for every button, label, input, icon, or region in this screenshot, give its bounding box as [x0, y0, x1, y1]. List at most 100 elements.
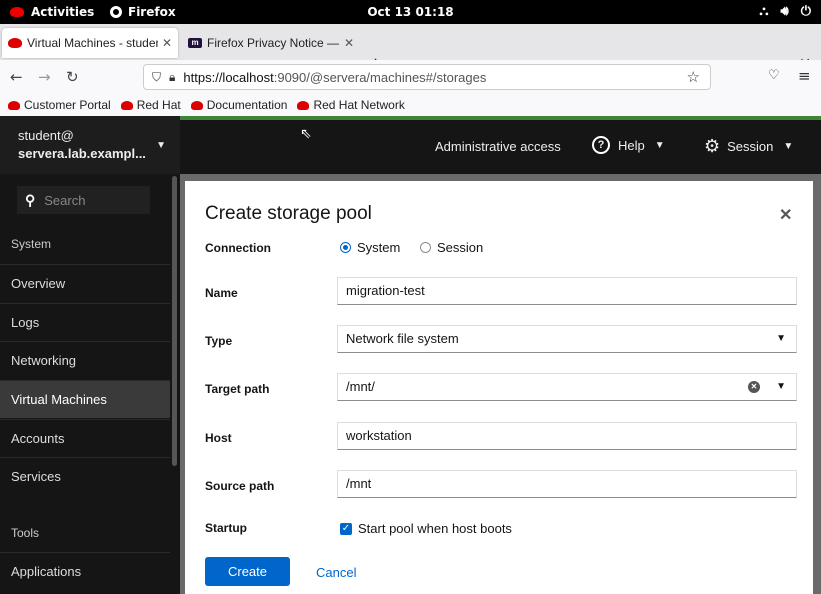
- mozilla-icon: m: [188, 38, 202, 48]
- bookmark-star-icon[interactable]: ☆: [687, 68, 700, 86]
- tab-privacy-notice[interactable]: m Firefox Privacy Notice — F ✕: [182, 28, 360, 58]
- close-icon[interactable]: ✕: [344, 36, 354, 50]
- sidebar-item-overview[interactable]: Overview: [0, 264, 170, 302]
- sidebar-scrollbar[interactable]: [172, 176, 177, 466]
- name-input[interactable]: migration-test: [337, 277, 797, 305]
- sidebar: student@ servera.lab.exampl... ▼ ⚲ Searc…: [0, 116, 180, 594]
- search-input[interactable]: ⚲ Search: [17, 186, 150, 214]
- source-path-input[interactable]: /mnt: [337, 470, 797, 498]
- tab-title: Virtual Machines - studen: [27, 36, 158, 50]
- close-icon[interactable]: ✕: [162, 36, 172, 50]
- redhat-icon: [120, 100, 133, 110]
- name-label: Name: [205, 286, 238, 300]
- cancel-button[interactable]: Cancel: [316, 565, 356, 580]
- redhat-icon: [297, 100, 310, 110]
- gnome-top-bar: Activities Firefox Oct 13 01:18 ⛬ 🔊︎ ⏻: [0, 0, 821, 24]
- host-switcher[interactable]: student@ servera.lab.exampl... ▼: [0, 116, 180, 174]
- session-label: Session: [727, 139, 774, 154]
- lock-icon[interactable]: 🔒︎: [169, 70, 175, 85]
- bookmark-documentation[interactable]: Documentation: [190, 98, 288, 112]
- sidebar-item-services[interactable]: Services: [0, 457, 170, 495]
- source-path-label: Source path: [205, 479, 275, 493]
- administrative-access-button[interactable]: Administrative access: [435, 139, 561, 154]
- help-label: Help: [618, 137, 645, 153]
- radio-unselected[interactable]: [420, 242, 431, 253]
- forward-button[interactable]: →: [38, 68, 51, 86]
- shield-icon[interactable]: ⛉: [152, 70, 161, 85]
- host-input[interactable]: workstation: [337, 422, 797, 450]
- sidebar-item-applications[interactable]: Applications: [0, 552, 170, 590]
- search-placeholder: Search: [44, 192, 86, 208]
- navigation-bar: ← → ↻ ⛉ 🔒︎ https://localhost:9090/@serve…: [0, 60, 821, 94]
- dialog-title: Create storage pool: [205, 203, 372, 224]
- help-button[interactable]: ? Help ▼: [592, 136, 665, 154]
- chevron-down-icon: ▼: [776, 333, 786, 344]
- close-icon[interactable]: ✕: [779, 205, 792, 225]
- host-label: Host: [205, 431, 232, 445]
- question-icon: ?: [592, 136, 610, 154]
- url-path: :9090/@servera/machines#/storages: [273, 69, 487, 85]
- connection-radio-session[interactable]: Session: [420, 240, 483, 255]
- type-select[interactable]: Network file system ▼: [337, 325, 797, 353]
- chevron-down-icon: ▼: [783, 141, 794, 152]
- type-value: Network file system: [346, 331, 459, 346]
- clear-icon[interactable]: ✕: [748, 381, 760, 393]
- url-bar[interactable]: ⛉ 🔒︎ https://localhost:9090/@servera/mac…: [143, 64, 711, 90]
- startup-checkbox-label: Start pool when host boots: [358, 521, 512, 536]
- sidebar-item-logs[interactable]: Logs: [0, 303, 170, 341]
- clock[interactable]: Oct 13 01:18: [0, 0, 821, 24]
- bookmark-label: Red Hat Network: [313, 98, 405, 112]
- startup-checkbox[interactable]: ✓ Start pool when host boots: [340, 521, 512, 536]
- redhat-icon: [190, 100, 203, 110]
- radio-label: Session: [437, 240, 484, 255]
- nav-group-tools: Tools: [11, 526, 40, 540]
- bookmark-red-hat[interactable]: Red Hat: [120, 98, 181, 112]
- target-path-label: Target path: [205, 382, 270, 396]
- bookmark-label: Red Hat: [136, 98, 181, 112]
- chevron-down-icon[interactable]: ▼: [776, 374, 786, 400]
- redhat-icon: [8, 100, 20, 110]
- radio-label: System: [357, 240, 401, 255]
- nav-group-system: System: [11, 237, 52, 251]
- tab-title: Firefox Privacy Notice — F: [207, 36, 340, 50]
- startup-label: Startup: [205, 521, 247, 535]
- pocket-icon[interactable]: ♡: [768, 68, 780, 83]
- reload-button[interactable]: ↻: [66, 68, 79, 86]
- url-text: https://localhost:9090/@servera/machines…: [183, 70, 486, 85]
- chevron-down-icon: ▼: [654, 139, 665, 151]
- back-button[interactable]: ←: [10, 68, 23, 86]
- sidebar-item-accounts[interactable]: Accounts: [0, 419, 170, 457]
- gear-icon: ⚙: [704, 136, 721, 156]
- bookmark-red-hat-network[interactable]: Red Hat Network: [297, 98, 405, 112]
- sidebar-item-networking[interactable]: Networking: [0, 341, 170, 379]
- url-host: https://localhost: [183, 69, 274, 85]
- chevron-down-icon: ▼: [156, 140, 166, 151]
- clock-label: Oct 13 01:18: [367, 5, 454, 19]
- connection-radio-system[interactable]: System: [340, 240, 400, 255]
- checkmark-icon[interactable]: ✓: [340, 522, 352, 535]
- create-button[interactable]: Create: [205, 557, 290, 586]
- bookmark-label: Customer Portal: [24, 98, 111, 112]
- create-storage-pool-dialog: Create storage pool ✕ Connection System …: [185, 181, 813, 594]
- target-path-value: /mnt/: [346, 379, 375, 394]
- radio-selected[interactable]: [340, 242, 351, 253]
- bookmarks-bar: Customer Portal Red Hat Documentation Re…: [0, 94, 821, 116]
- hamburger-menu-icon[interactable]: ≡: [798, 67, 811, 85]
- cockpit-header: Administrative access ? Help ▼ ⚙ Session…: [180, 120, 821, 174]
- tab-virtual-machines[interactable]: Virtual Machines - studen ✕: [2, 28, 178, 58]
- mouse-pointer-icon: ⇖: [300, 126, 312, 142]
- system-tray[interactable]: ⛬ 🔊︎ ⏻: [759, 0, 811, 24]
- session-button[interactable]: ⚙ Session ▼: [704, 136, 793, 157]
- search-icon: ⚲: [25, 191, 36, 208]
- bookmark-label: Documentation: [206, 98, 288, 112]
- type-label: Type: [205, 334, 233, 348]
- target-path-combobox[interactable]: /mnt/ ✕ ▼: [337, 373, 797, 401]
- redhat-icon: [8, 38, 22, 48]
- sidebar-item-virtual-machines[interactable]: Virtual Machines: [0, 380, 170, 418]
- network-icon: ⛬: [759, 4, 769, 19]
- tab-bar: Virtual Machines - studen ✕ m Firefox Pr…: [0, 24, 821, 75]
- connection-label: Connection: [205, 241, 271, 255]
- power-icon: ⏻: [800, 4, 811, 19]
- volume-icon: 🔊︎: [780, 4, 789, 19]
- bookmark-customer-portal[interactable]: Customer Portal: [8, 98, 111, 112]
